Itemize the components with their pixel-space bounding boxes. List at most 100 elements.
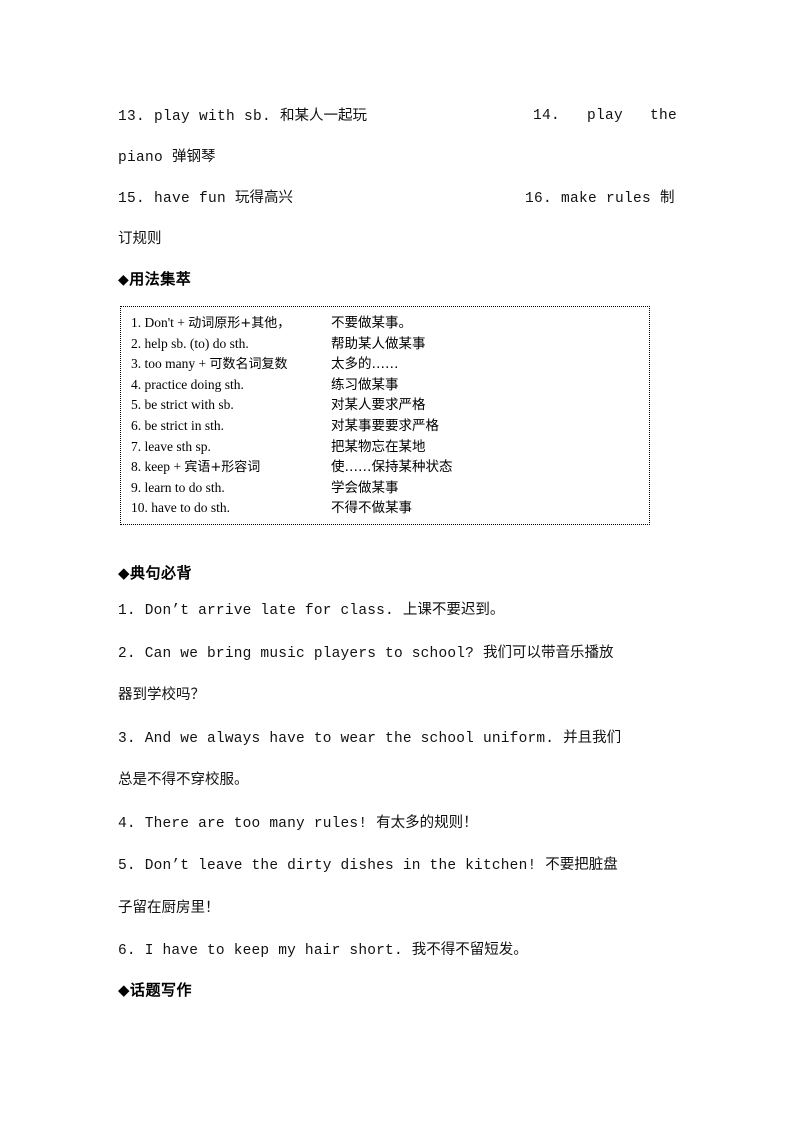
usage-meaning-cell: 不得不做某事 (331, 500, 412, 517)
vocabulary-row-13-14: 13. play with sb. 和某人一起玩 14. play the (118, 96, 678, 137)
sentence-item-3-continuation: 总是不得不穿校服。 (118, 760, 680, 803)
usage-pattern-cell: 3. too many + 可数名词复数 (131, 354, 288, 376)
usage-meaning-cell: 使……保持某种状态 (331, 459, 453, 476)
sentence-3-chinese-cont: 总是不得不穿校服。 (118, 772, 249, 788)
usage-row-number: 6. (131, 417, 142, 433)
usage-row-number: 10. (131, 500, 148, 516)
usage-row-number: 5. (131, 397, 142, 413)
usage-pattern-cell: 7. leave sth sp. (131, 437, 211, 459)
table-row: 3. too many + 可数名词复数 太多的…… (131, 354, 649, 375)
usage-pattern-cell: 9. learn to do sth. (131, 478, 225, 500)
usage-pattern-english: be strict with sb. (144, 397, 234, 413)
usage-row-number: 9. (131, 479, 142, 495)
key-sentences-section: ◆典句必背 1. Don’t arrive late for class. 上课… (118, 556, 680, 1007)
table-row: 7. leave sth sp. 把某物忘在某地 (131, 437, 649, 458)
sentence-3-chinese: 并且我们 (563, 729, 622, 746)
vocabulary-row-16-continuation: 订规则 (118, 219, 678, 260)
sentence-4-chinese: 有太多的规则！ (376, 814, 478, 831)
usage-pattern-cell: 4. practice doing sth. (131, 375, 244, 397)
sentence-6-chinese: 我不得不留短发。 (411, 942, 528, 958)
diamond-bullet-icon: ◆ (118, 564, 131, 582)
usage-pattern-english: leave sth sp. (144, 438, 211, 454)
usage-pattern-cell: 8. keep + 宾语+形容词 (131, 457, 260, 479)
sentence-6-english: 6. I have to keep my hair short. (118, 943, 412, 959)
usage-pattern-english: Don't + (144, 315, 189, 330)
vocabulary-item-15: 15. have fun 玩得高兴 (118, 178, 293, 220)
usage-pattern-cell: 6. be strict in sth. (131, 416, 224, 438)
diamond-bullet-icon: ◆ (118, 272, 130, 288)
sentence-5-english: 5. Don’t leave the dirty dishes in the k… (118, 858, 546, 874)
usage-meaning-cell: 把某物忘在某地 (331, 438, 426, 455)
section-heading-writing: ◆话题写作 (118, 973, 680, 1007)
table-row: 2. help sb. (to) do sth. 帮助某人做某事 (131, 334, 649, 355)
section-heading-sentences-text: 典句必背 (130, 564, 193, 582)
table-row: 5. be strict with sb. 对某人要求严格 (131, 395, 649, 416)
vocabulary-item-14-chinese: 弹钢琴 (172, 149, 216, 165)
usage-pattern-english: help sb. (to) do sth. (144, 335, 249, 351)
usage-meaning-cell: 太多的…… (331, 356, 399, 373)
sentence-1-chinese: 上课不要迟到。 (402, 602, 505, 618)
table-row: 1. Don't + 动词原形+其他， 不要做某事。 (131, 313, 649, 334)
usage-row-number: 3. (131, 356, 142, 372)
sentence-item-5-continuation: 子留在厨房里！ (118, 888, 680, 931)
usage-meaning-cell: 对某人要求严格 (331, 397, 426, 414)
usage-pattern-english: keep + (144, 459, 185, 475)
diamond-bullet-icon: ◆ (118, 980, 131, 999)
table-row: 9. learn to do sth. 学会做某事 (131, 478, 649, 499)
sentence-5-chinese-cont: 子留在厨房里！ (118, 899, 220, 916)
vocabulary-item-14-english-cont: piano (118, 150, 173, 166)
usage-pattern-chinese: 宾语+形容词 (184, 460, 261, 476)
section-heading-writing-text: 话题写作 (130, 980, 193, 999)
usage-meaning-cell: 帮助某人做某事 (331, 335, 426, 352)
vocabulary-item-13-chinese: 和某人一起玩 (280, 108, 368, 124)
sentence-2-chinese: 我们可以带音乐播放 (482, 644, 614, 661)
vocabulary-row-14-continuation: piano 弹钢琴 (118, 137, 678, 178)
usage-row-number: 7. (131, 438, 142, 454)
vocabulary-item-14: 14. play the (533, 108, 678, 124)
document-page: 13. play with sb. 和某人一起玩 14. play the pi… (0, 0, 794, 1123)
table-row: 6. be strict in sth. 对某事要要求严格 (131, 416, 649, 437)
table-row: 8. keep + 宾语+形容词 使……保持某种状态 (131, 457, 649, 478)
vocabulary-item-16-continuation: 订规则 (118, 219, 162, 261)
vocabulary-item-13-english: 13. play with sb. (118, 109, 281, 125)
usage-pattern-cell: 2. help sb. (to) do sth. (131, 334, 249, 356)
usage-pattern-chinese: 动词原形+其他， (188, 316, 291, 331)
usage-row-number: 2. (131, 335, 142, 351)
vocabulary-item-16-chinese-cont: 订规则 (118, 231, 162, 247)
usage-pattern-english: too many + (144, 356, 210, 372)
usage-pattern-cell: 1. Don't + 动词原形+其他， (131, 313, 290, 335)
usage-meaning-cell: 练习做某事 (331, 376, 399, 393)
section-heading-usage-text: 用法集萃 (129, 270, 192, 288)
sentence-item-4: 4. There are too many rules! 有太多的规则！ (118, 803, 680, 846)
usage-row-number: 1. (131, 315, 142, 330)
usage-meaning-cell: 对某事要要求严格 (331, 417, 439, 434)
sentence-item-1: 1. Don’t arrive late for class. 上课不要迟到。 (118, 590, 680, 633)
section-heading-sentences: ◆典句必背 (118, 556, 680, 590)
usage-pattern-english: practice doing sth. (144, 376, 244, 392)
table-row: 4. practice doing sth. 练习做某事 (131, 375, 649, 396)
usage-pattern-chinese: 可数名词复数 (209, 357, 288, 373)
usage-meaning-cell: 不要做某事。 (331, 315, 412, 331)
sentence-4-english: 4. There are too many rules! (118, 815, 377, 832)
vocabulary-list: 13. play with sb. 和某人一起玩 14. play the pi… (118, 96, 678, 293)
usage-table-body: 1. Don't + 动词原形+其他， 不要做某事。 2. help sb. (… (121, 307, 649, 519)
vocabulary-item-16-chinese-partial: 制 (660, 190, 675, 206)
usage-pattern-cell: 5. be strict with sb. (131, 395, 234, 417)
vocabulary-item-15-chinese: 玩得高兴 (235, 190, 294, 206)
usage-patterns-table: 1. Don't + 动词原形+其他， 不要做某事。 2. help sb. (… (120, 306, 650, 525)
usage-row-number: 8. (131, 459, 142, 475)
sentence-item-2: 2. Can we bring music players to school?… (118, 633, 680, 676)
vocabulary-item-13: 13. play with sb. 和某人一起玩 (118, 96, 367, 138)
sentence-3-english: 3. And we always have to wear the school… (118, 730, 564, 747)
usage-meaning-cell: 学会做某事 (331, 479, 399, 496)
sentence-5-chinese: 不要把脏盘 (545, 857, 618, 873)
usage-pattern-english: have to do sth. (151, 500, 230, 516)
vocabulary-item-15-english: 15. have fun (118, 191, 236, 207)
vocabulary-row-15-16: 15. have fun 玩得高兴 16. make rules 制 (118, 178, 678, 219)
sentence-1-english: 1. Don’t arrive late for class. (118, 603, 403, 619)
vocabulary-item-16-english: 16. make rules (525, 191, 661, 207)
section-heading-usage: ◆用法集萃 (118, 266, 678, 293)
vocabulary-item-14-continuation: piano 弹钢琴 (118, 137, 216, 179)
usage-row-number: 4. (131, 376, 142, 392)
sentence-2-english: 2. Can we bring music players to school? (118, 645, 483, 662)
